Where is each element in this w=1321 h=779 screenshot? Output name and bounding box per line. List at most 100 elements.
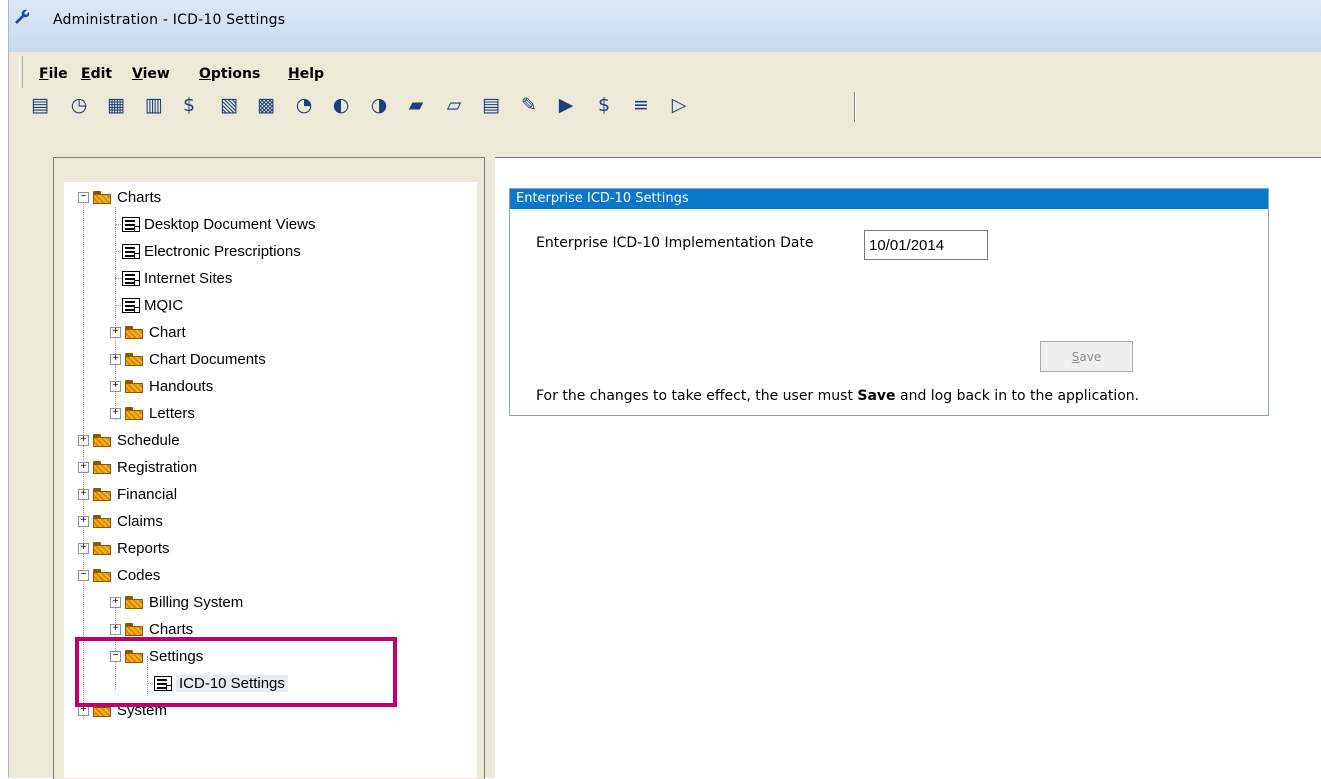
tree-item-electronic-prescriptions[interactable]: Electronic Prescriptions	[122, 240, 301, 262]
exit-icon[interactable]: ▷	[664, 90, 694, 120]
tree-item-letters[interactable]: + Letters	[110, 402, 195, 424]
menu-label: dit	[90, 66, 113, 82]
highlight-box	[75, 637, 397, 707]
tree-item-internet-sites[interactable]: Internet Sites	[122, 267, 232, 289]
tree-item-label: Charts	[117, 188, 162, 206]
menu-accel: F	[39, 66, 49, 82]
folder-icon	[93, 190, 111, 204]
menu-accel: E	[81, 66, 91, 82]
folder-icon	[93, 487, 111, 501]
tree-item-handouts[interactable]: + Handouts	[110, 375, 213, 397]
tree-item-registration[interactable]: + Registration	[78, 456, 197, 478]
tree-item-label: Electronic Prescriptions	[144, 242, 301, 260]
note-after: and log back in to the application.	[895, 388, 1140, 404]
tree-item-claims[interactable]: + Claims	[78, 510, 163, 532]
collapse-icon[interactable]: −	[78, 191, 89, 203]
save-accel: S	[1071, 349, 1080, 364]
expand-icon[interactable]: +	[78, 515, 89, 527]
tree-item-label: Letters	[149, 404, 195, 422]
folder-icon	[125, 622, 143, 636]
menu-label: iew	[142, 66, 170, 82]
menu-help[interactable]: Help	[288, 66, 324, 82]
app-wrench-icon	[15, 9, 30, 24]
billing-icon[interactable]: ▧	[214, 90, 244, 120]
document-icon	[122, 216, 140, 232]
billing-transfer-icon[interactable]: ▶	[551, 90, 581, 120]
tree-item-label: Handouts	[149, 377, 214, 395]
folder-icon	[93, 433, 111, 447]
document-icon	[122, 297, 140, 313]
expand-icon[interactable]: +	[110, 326, 121, 338]
note-bold: Save	[857, 388, 896, 404]
folder-open-icon[interactable]: ▱	[439, 90, 469, 120]
note-before: For the changes to take effect, the user…	[536, 388, 858, 404]
wrench-icon[interactable]: ✎	[514, 90, 544, 120]
tree-item-label: Chart	[149, 323, 186, 341]
tree-item-mqic[interactable]: MQIC	[122, 294, 183, 316]
tree-item-chart-documents[interactable]: + Chart Documents	[110, 348, 266, 370]
tree-item-label: Registration	[117, 458, 198, 476]
timer-icon[interactable]: ◷	[64, 90, 94, 120]
tree-item-label: Billing System	[149, 593, 244, 611]
expand-icon[interactable]: +	[78, 488, 89, 500]
expand-icon[interactable]: +	[110, 380, 121, 392]
group-header: Enterprise ICD-10 Settings	[510, 189, 1268, 209]
menu-label: ptions	[210, 66, 261, 82]
title-bar[interactable]: Administration - ICD-10 Settings	[9, 0, 1321, 52]
tree-item-chart[interactable]: + Chart	[110, 321, 186, 343]
tree-item-label: MQIC	[144, 296, 184, 314]
implementation-date-label: Enterprise ICD-10 Implementation Date	[536, 235, 814, 251]
tree-item-label: Charts	[149, 620, 194, 638]
folder-icon	[125, 325, 143, 339]
tree-item-label: Codes	[117, 566, 161, 584]
document-icon[interactable]: ▤	[476, 90, 506, 120]
folder-icon	[125, 379, 143, 393]
folder-import-icon[interactable]: ▰	[401, 90, 431, 120]
checklist-icon[interactable]: ▦	[101, 90, 131, 120]
tree-item-label: Financial	[117, 485, 178, 503]
cost-chart-icon[interactable]: $	[589, 90, 619, 120]
list-icon[interactable]: ▤	[25, 90, 55, 120]
expand-icon[interactable]: +	[78, 434, 89, 446]
tree-item-desktop-document-views[interactable]: Desktop Document Views	[122, 213, 315, 235]
menu-label: elp	[299, 66, 325, 82]
schedule-icon[interactable]: ▥	[139, 90, 169, 120]
toolbar: ▤ ◷ ▦ ▥ $ ▧ ▩ ◔ ◐ ◑ ▰ ▱ ▤ ✎ ▶ $ ≡ ▷	[9, 88, 1321, 132]
tree-item-charts[interactable]: − Charts	[78, 186, 161, 208]
expand-icon[interactable]: +	[110, 353, 121, 365]
search-user-icon[interactable]: ◐	[326, 90, 356, 120]
tree-item-label: Chart Documents	[149, 350, 266, 368]
user-transfer-icon[interactable]: ◔	[289, 90, 319, 120]
folder-icon	[93, 541, 111, 555]
expand-icon[interactable]: +	[110, 623, 121, 635]
tree-item-label: Reports	[117, 539, 170, 557]
expand-icon[interactable]: +	[78, 542, 89, 554]
tree-item-billing-system[interactable]: + Billing System	[110, 591, 243, 613]
tree-item-label: Desktop Document Views	[144, 215, 316, 233]
dollar-icon[interactable]: $	[174, 90, 204, 120]
form-check-icon[interactable]: ≡	[626, 90, 656, 120]
collapse-icon[interactable]: −	[78, 569, 89, 581]
tree-item-schedule[interactable]: + Schedule	[78, 429, 180, 451]
expand-icon[interactable]: +	[110, 407, 121, 419]
save-button[interactable]: Save	[1040, 341, 1133, 372]
menu-accel: H	[288, 66, 300, 82]
menu-file[interactable]: File	[39, 66, 68, 82]
implementation-date-input[interactable]	[864, 230, 988, 260]
window-title: Administration - ICD-10 Settings	[53, 12, 286, 28]
document-icon	[122, 270, 140, 286]
calculator-icon[interactable]: ▩	[251, 90, 281, 120]
menu-view[interactable]: View	[132, 66, 170, 82]
menu-options[interactable]: Options	[199, 66, 260, 82]
menu-edit[interactable]: Edit	[81, 66, 112, 82]
tree-item-codes[interactable]: − Codes	[78, 564, 160, 586]
menu-accel: V	[132, 66, 143, 82]
save-note: For the changes to take effect, the user…	[536, 388, 1139, 404]
search-money-icon[interactable]: ◑	[364, 90, 394, 120]
expand-icon[interactable]: +	[110, 596, 121, 608]
tree-item-financial[interactable]: + Financial	[78, 483, 177, 505]
expand-icon[interactable]: +	[78, 461, 89, 473]
folder-icon	[125, 406, 143, 420]
tree-item-reports[interactable]: + Reports	[78, 537, 170, 559]
folder-icon	[93, 460, 111, 474]
